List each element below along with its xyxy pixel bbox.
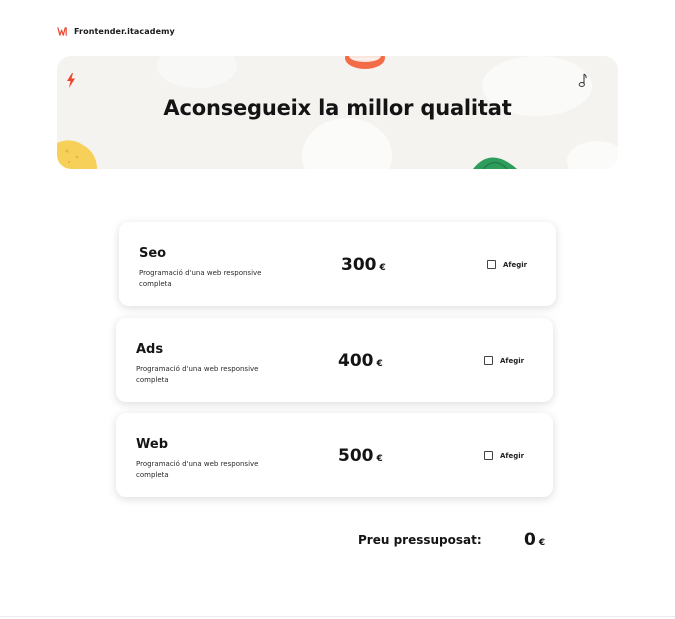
price-value: 400 xyxy=(338,351,374,371)
green-leaf xyxy=(473,157,517,169)
price-currency: € xyxy=(379,263,386,273)
brand[interactable]: Frontender.itacademy xyxy=(57,26,175,37)
service-card-ads: Ads Programació d'una web responsive com… xyxy=(116,318,553,402)
add-label: Afegir xyxy=(500,451,525,460)
budget-total: Preu pressuposat: 0 € xyxy=(358,530,558,552)
add-label: Afegir xyxy=(500,356,525,365)
total-value: 0 xyxy=(524,530,536,550)
hero-title: Aconsegueix la millor qualitat xyxy=(163,96,512,120)
service-name: Ads xyxy=(136,342,164,357)
service-price: 500 € xyxy=(338,446,383,466)
add-checkbox[interactable] xyxy=(484,356,493,365)
add-web-toggle[interactable]: Afegir xyxy=(484,451,524,460)
service-name: Web xyxy=(136,437,168,452)
service-card-seo: Seo Programació d'una web responsive com… xyxy=(119,222,556,306)
music-note-icon xyxy=(578,73,587,87)
service-price: 400 € xyxy=(338,351,383,371)
total-amount: 0 € xyxy=(524,530,545,550)
itacademy-logo-icon xyxy=(57,27,67,36)
add-ads-toggle[interactable]: Afegir xyxy=(484,356,524,365)
total-label: Preu pressuposat: xyxy=(358,533,482,547)
page-divider xyxy=(0,616,675,617)
lightning-icon xyxy=(67,73,75,88)
service-name: Seo xyxy=(139,246,167,261)
price-value: 300 xyxy=(341,255,377,275)
sushi-icon xyxy=(345,56,385,69)
service-description: Programació d'una web responsive complet… xyxy=(136,460,259,479)
hero-banner: Aconsegueix la millor qualitat xyxy=(57,56,618,169)
service-description: Programació d'una web responsive complet… xyxy=(136,365,259,384)
price-value: 500 xyxy=(338,446,374,466)
brand-name: Frontender.itacademy xyxy=(74,27,175,36)
price-currency: € xyxy=(376,454,383,464)
add-checkbox[interactable] xyxy=(487,260,496,269)
price-currency: € xyxy=(376,359,383,369)
total-currency: € xyxy=(538,538,546,548)
add-checkbox[interactable] xyxy=(484,451,493,460)
service-description: Programació d'una web responsive complet… xyxy=(139,269,262,288)
service-card-web: Web Programació d'una web responsive com… xyxy=(116,413,553,497)
yellow-blob xyxy=(57,140,97,169)
add-label: Afegir xyxy=(503,260,528,269)
service-price: 300 € xyxy=(341,255,386,275)
add-seo-toggle[interactable]: Afegir xyxy=(487,260,527,269)
